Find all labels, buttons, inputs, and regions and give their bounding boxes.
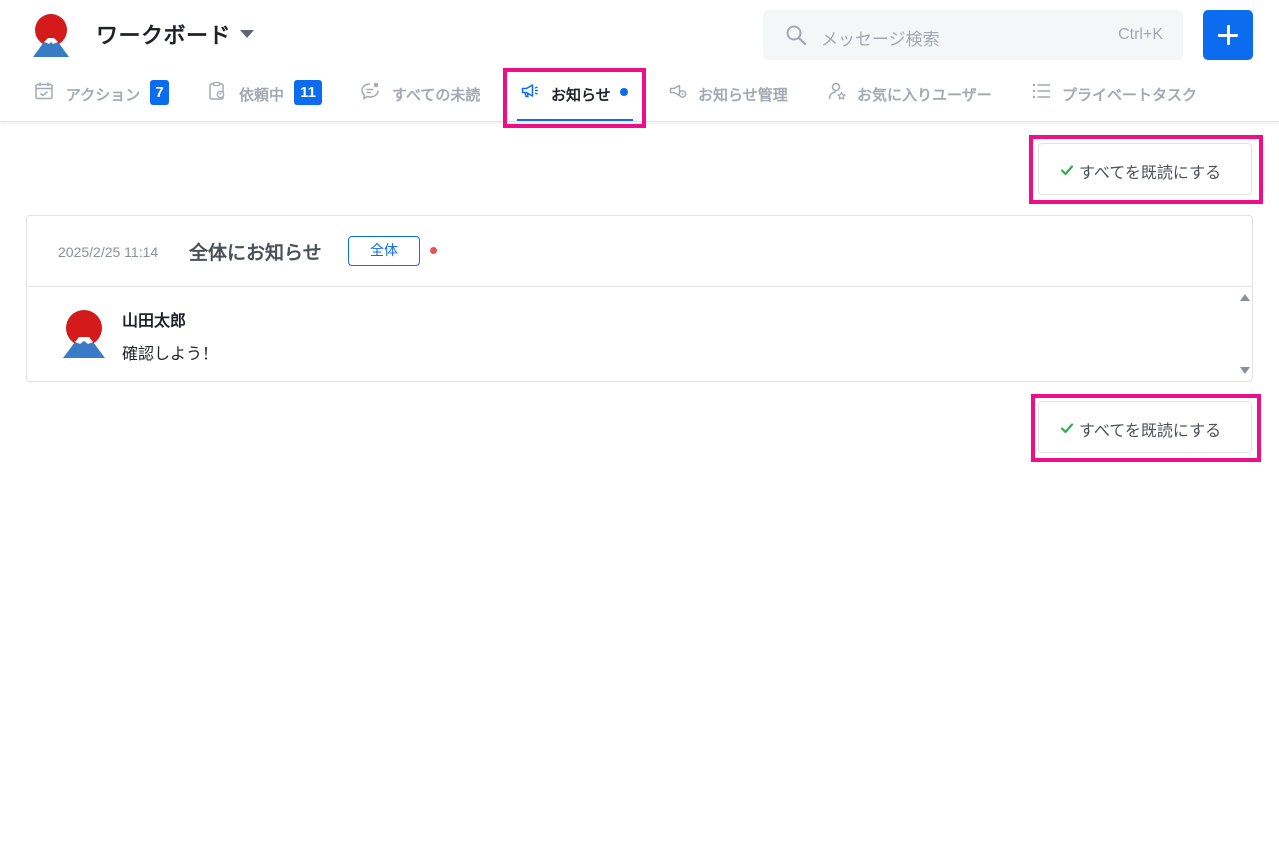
announcement-title: 全体にお知らせ	[189, 242, 322, 264]
mark-all-read-button-top[interactable]: すべてを既読にする	[1038, 143, 1252, 195]
add-button[interactable]	[1203, 10, 1253, 60]
unread-dot	[430, 247, 437, 254]
clipboard-user-icon	[209, 81, 225, 100]
fuji-sun-avatar-icon[interactable]	[63, 310, 105, 358]
user-star-icon	[828, 82, 846, 100]
board-title[interactable]: ワークボード	[96, 18, 231, 50]
message-list: 山田太郎 確認しよう！	[27, 288, 1252, 382]
tab-favorite-users[interactable]: お気に入りユーザー	[827, 68, 1002, 122]
search-bar[interactable]: メッセージ検索 Ctrl+K	[763, 10, 1183, 60]
search-icon	[786, 25, 807, 46]
tab-label: プライベートタスク	[1062, 86, 1198, 104]
megaphone-gear-icon	[669, 84, 687, 98]
tab-private-tasks[interactable]: プライベートタスク	[1031, 68, 1206, 122]
search-input[interactable]: メッセージ検索	[821, 25, 940, 50]
scroll-up-icon[interactable]	[1240, 294, 1250, 301]
tab-requesting[interactable]: 依頼中 11	[207, 68, 327, 122]
chat-bubble-dot-icon	[361, 82, 379, 100]
mark-all-read-label: すべてを既読にする	[1079, 163, 1222, 182]
tab-label: 依頼中	[239, 86, 285, 104]
tab-announcement-management[interactable]: お知らせ管理	[668, 68, 808, 122]
scroll-down-icon[interactable]	[1240, 367, 1250, 374]
calendar-check-icon	[35, 82, 53, 100]
tab-count-badge: 7	[150, 80, 169, 105]
list-icon	[1032, 83, 1050, 99]
audience-tag: 全体	[348, 236, 420, 266]
fuji-sun-logo-icon[interactable]	[31, 13, 71, 57]
check-icon	[1060, 165, 1074, 176]
highlight-box-announcements-tab	[503, 68, 646, 128]
search-shortcut-hint: Ctrl+K	[1118, 26, 1163, 43]
announcement-card: 2025/2/25 11:14 全体にお知らせ 全体 山田太郎 確認しよう！	[26, 215, 1253, 382]
tab-action[interactable]: アクション 7	[34, 68, 174, 122]
tab-label: お知らせ管理	[698, 86, 788, 104]
top-bar: ワークボード メッセージ検索 Ctrl+K	[0, 0, 1279, 68]
mark-all-read-button-bottom[interactable]: すべてを既読にする	[1038, 401, 1252, 453]
tab-count-badge: 11	[294, 80, 322, 105]
tab-label: すべての未読	[392, 86, 481, 104]
announcement-date: 2025/2/25 11:14	[58, 244, 159, 260]
tab-all-unread[interactable]: すべての未読	[360, 68, 490, 122]
mark-all-read-label: すべてを既読にする	[1079, 421, 1222, 440]
tab-label: お気に入りユーザー	[857, 86, 992, 104]
tab-label: アクション	[66, 86, 141, 104]
check-icon	[1060, 423, 1074, 434]
message-author[interactable]: 山田太郎	[122, 307, 186, 331]
board-switch-caret-icon[interactable]	[240, 30, 254, 38]
message-text: 確認しよう！	[122, 344, 219, 363]
scrollbar[interactable]	[1237, 290, 1251, 378]
announcement-header[interactable]: 2025/2/25 11:14 全体にお知らせ 全体	[27, 216, 1252, 287]
